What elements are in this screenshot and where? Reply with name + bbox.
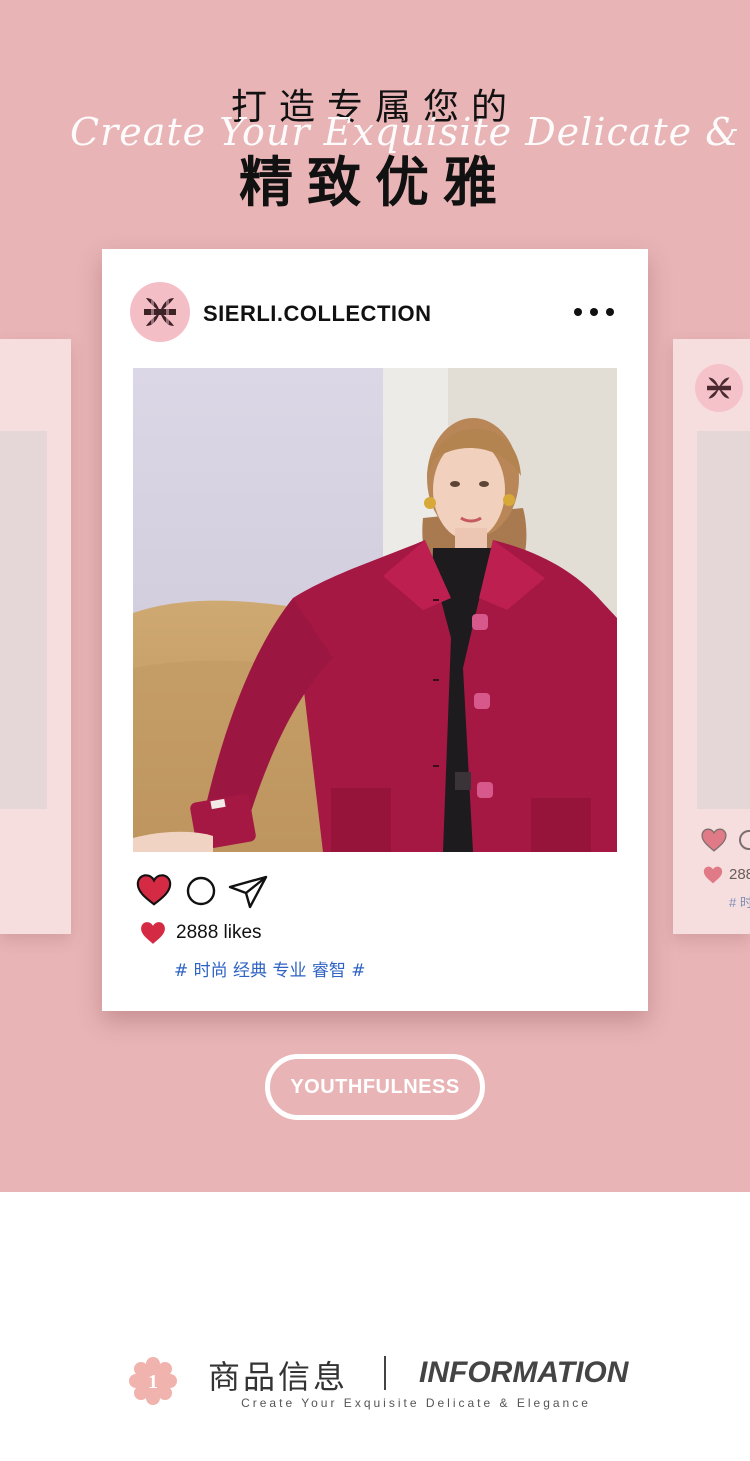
page-title-line2: 精致优雅	[239, 151, 511, 214]
hero-section: 打造专属您的 Create Your Exquisite Delicate & …	[0, 0, 750, 1192]
side-post-right-photo	[697, 431, 750, 809]
hashtags[interactable]: # 时尚 经典 专业 睿智 #	[174, 956, 366, 981]
post-photo[interactable]	[133, 368, 617, 852]
account-handle[interactable]: SIERLI.COLLECTION	[203, 301, 432, 327]
heart-icon	[141, 922, 165, 944]
info-title-en: INFORMATION	[419, 1356, 629, 1389]
side-post-left[interactable]	[0, 339, 71, 934]
avatar[interactable]	[130, 282, 190, 342]
side-post-left-photo	[0, 431, 47, 809]
more-dots-icon[interactable]	[574, 304, 614, 320]
comment-icon[interactable]	[739, 830, 750, 850]
side-post-likes: 288	[729, 866, 750, 883]
brand-logo-icon	[144, 298, 176, 326]
post-card: SIERLI.COLLECTION 2888 likes # 时尚 经典 专业 …	[102, 249, 648, 1011]
heart-icon	[703, 866, 723, 884]
youthfulness-button[interactable]: YOUTHFULNESS	[265, 1054, 485, 1120]
heart-icon[interactable]	[136, 873, 172, 907]
heart-icon[interactable]	[701, 827, 727, 853]
info-title-cn: 商品信息	[208, 1358, 349, 1396]
side-post-avatar	[695, 364, 743, 412]
share-icon[interactable]	[228, 875, 268, 909]
info-badge-number: 1	[148, 1371, 158, 1393]
side-post-right[interactable]: 288 # 时	[673, 339, 750, 934]
side-post-tags: # 时	[729, 895, 750, 910]
info-divider	[384, 1356, 386, 1390]
likes-count[interactable]: 2888 likes	[176, 922, 262, 944]
info-subtitle: Create Your Exquisite Delicate & Eleganc…	[241, 1396, 591, 1410]
brand-logo-icon	[707, 377, 731, 399]
post-photo-illustration	[133, 368, 617, 852]
comment-icon[interactable]	[186, 876, 216, 906]
